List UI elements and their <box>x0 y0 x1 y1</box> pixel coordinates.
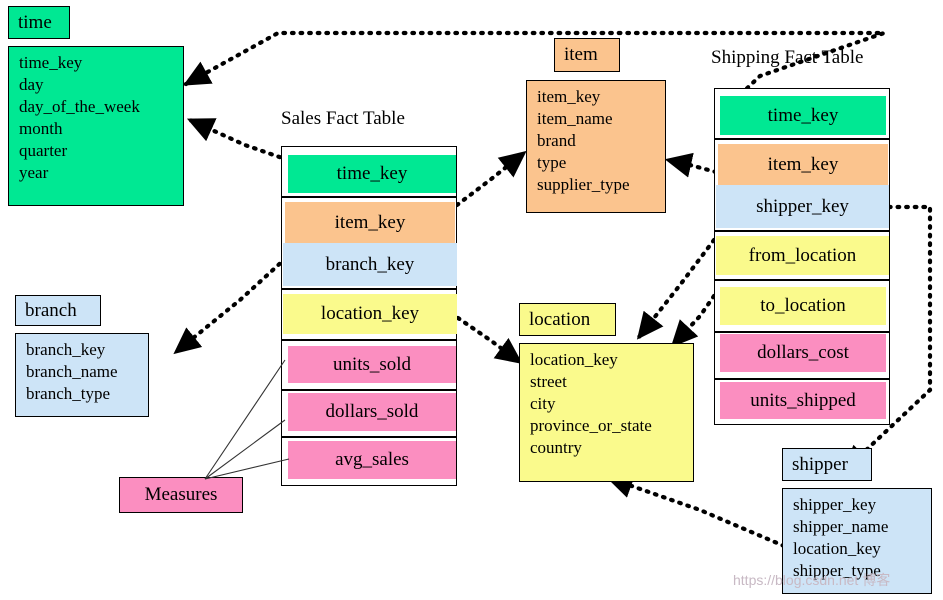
dimension-name-shipper: shipper <box>792 453 848 475</box>
dimension-body-time: time_key day day_of_the_week month quart… <box>8 46 184 206</box>
sales-sep-5 <box>281 436 457 438</box>
dimension-body-location: location_key street city province_or_sta… <box>519 343 694 482</box>
sales-sep-4 <box>281 389 457 391</box>
field-location-3: province_or_state <box>530 416 652 435</box>
sales-row-label-4: units_sold <box>332 353 412 375</box>
sales-row-label-3: location_key <box>320 303 420 324</box>
field-time-1: day <box>19 75 44 94</box>
arrow-shipping-item <box>664 152 719 178</box>
shipping-row-to-location: to_location <box>720 287 886 325</box>
shipping-row-time-key: time_key <box>720 96 886 135</box>
er-diagram-canvas: time time_key day day_of_the_week month … <box>0 0 943 600</box>
sales-sep-2 <box>281 288 457 290</box>
sales-row-location-key: location_key <box>283 294 457 334</box>
measures-label: Measures <box>144 484 218 505</box>
shipping-row-label-6: units_shipped <box>750 389 856 411</box>
shipping-sep-1 <box>714 138 890 140</box>
sales-row-branch-key: branch_key <box>283 243 457 286</box>
field-item-0: item_key <box>537 87 601 106</box>
dimension-body-item: item_key item_name brand type supplier_t… <box>526 80 666 213</box>
shipping-fact-title: Shipping Fact Table <box>711 47 864 68</box>
field-time-0: time_key <box>19 53 83 72</box>
arrow-shipping-fromloc <box>636 237 717 340</box>
sales-row-avg-sales: avg_sales <box>288 441 456 479</box>
field-item-2: brand <box>537 131 576 150</box>
field-branch-1: branch_name <box>26 362 118 381</box>
arrow-sales-time <box>186 117 291 163</box>
shipping-sep-3 <box>714 279 890 281</box>
field-location-4: country <box>530 438 582 457</box>
field-time-4: quarter <box>19 141 68 160</box>
dimension-header-branch: branch <box>15 295 101 326</box>
shipping-row-units-shipped: units_shipped <box>720 382 886 419</box>
sales-sep-3 <box>281 339 457 341</box>
sales-sep-1 <box>281 196 457 198</box>
field-branch-2: branch_type <box>26 384 111 403</box>
field-location-2: city <box>530 394 556 413</box>
sales-row-label-1: item_key <box>334 211 406 233</box>
field-shipper-0: shipper_key <box>793 495 877 514</box>
dimension-header-time: time <box>8 6 70 39</box>
sales-row-item-key: item_key <box>285 202 455 243</box>
arrow-sales-item <box>454 150 527 208</box>
shipping-row-label-5: dollars_cost <box>757 342 849 363</box>
field-item-4: supplier_type <box>537 175 630 194</box>
field-time-3: month <box>19 119 63 138</box>
arrow-shipping-toloc <box>670 293 717 348</box>
dimension-name-time: time <box>18 11 52 33</box>
dimension-name-location: location <box>529 308 591 330</box>
arrow-sales-branch <box>173 255 289 355</box>
dimension-header-shipper: shipper <box>782 448 872 481</box>
dimension-body-branch: branch_key branch_name branch_type <box>15 333 149 417</box>
shipping-sep-2 <box>714 230 890 232</box>
shipping-row-dollars-cost: dollars_cost <box>720 334 886 372</box>
sales-row-label-2: branch_key <box>325 253 415 275</box>
dimension-header-item: item <box>554 38 620 72</box>
shipping-sep-4 <box>714 331 890 333</box>
shipping-row-item-key: item_key <box>718 144 888 185</box>
dimension-header-location: location <box>519 303 616 336</box>
field-shipper-1: shipper_name <box>793 517 889 536</box>
field-time-5: year <box>19 163 49 182</box>
field-branch-0: branch_key <box>26 340 106 359</box>
leader-units-sold <box>204 359 286 480</box>
shipping-row-label-0: time_key <box>767 104 839 126</box>
field-shipper-2: location_key <box>793 539 881 558</box>
shipping-row-label-2: shipper_key <box>756 195 849 217</box>
sales-row-label-6: avg_sales <box>335 449 409 470</box>
field-item-1: item_name <box>537 109 613 128</box>
sales-row-dollars-sold: dollars_sold <box>288 393 456 431</box>
leader-dollars-sold <box>204 419 286 480</box>
sales-row-units-sold: units_sold <box>288 346 456 383</box>
sales-row-label-0: time_key <box>336 163 408 184</box>
shipping-row-from-location: from_location <box>716 236 889 275</box>
sales-row-time-key: time_key <box>288 155 456 193</box>
arrow-sales-location <box>455 315 523 365</box>
field-location-1: street <box>530 372 567 391</box>
leader-avg-sales <box>204 458 290 480</box>
field-time-2: day_of_the_week <box>19 97 140 116</box>
shipping-row-label-1: item_key <box>767 153 839 175</box>
field-location-0: location_key <box>530 350 618 369</box>
shipping-row-label-3: from_location <box>748 244 857 266</box>
field-item-3: type <box>537 153 567 172</box>
sales-fact-title: Sales Fact Table <box>281 108 405 129</box>
sales-row-label-5: dollars_sold <box>325 401 419 422</box>
shipping-sep-5 <box>714 378 890 380</box>
watermark: https://blog.csdn.net 博客 <box>733 572 891 588</box>
dimension-name-item: item <box>564 44 598 65</box>
arrow-shipper-location <box>605 473 787 549</box>
measures-box: Measures <box>119 477 243 513</box>
dimension-name-branch: branch <box>25 299 77 321</box>
shipping-row-shipper-key: shipper_key <box>716 185 889 228</box>
shipping-row-label-4: to_location <box>760 295 846 316</box>
